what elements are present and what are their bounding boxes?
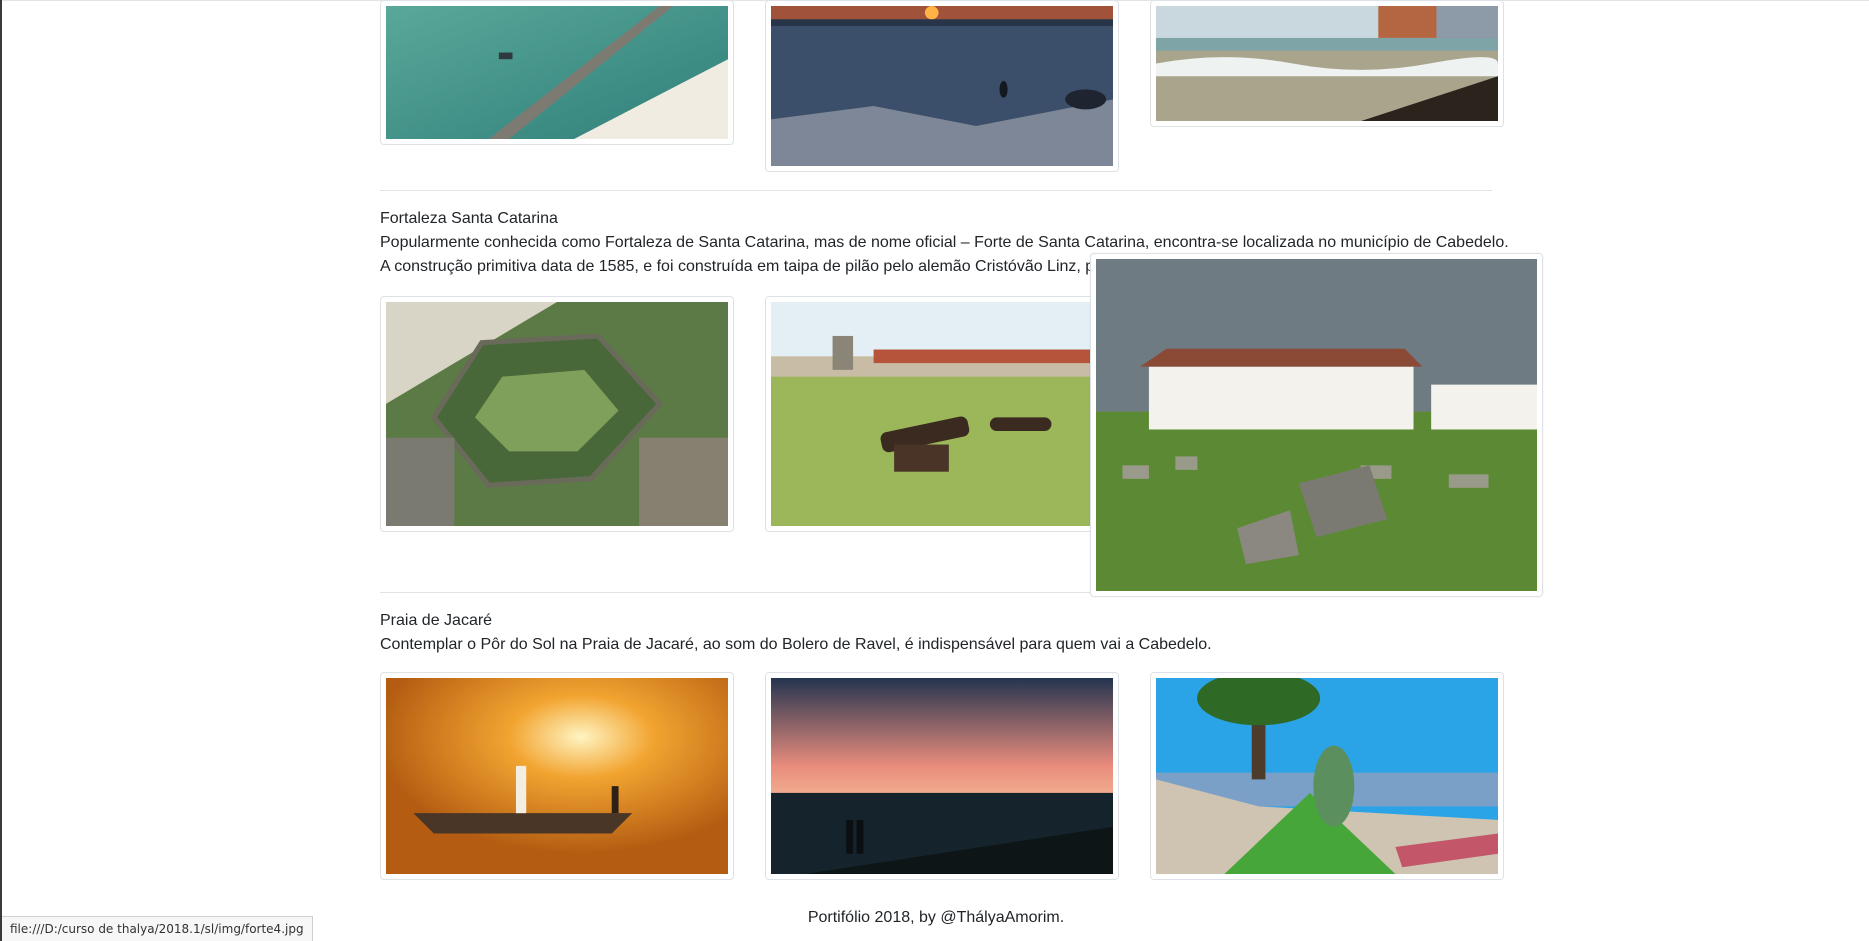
- section-text-fortaleza-line1: Popularmente conhecida como Fortaleza de…: [380, 234, 1509, 251]
- pier-couple-photo: [771, 678, 1113, 874]
- section-text-fortaleza-line2: A construção primitiva data de 1585, e f…: [380, 258, 1095, 275]
- breakwater-photo: [386, 6, 728, 139]
- alligator-statue-photo: [1156, 678, 1498, 874]
- gallery-thumb-sunset-sea[interactable]: [765, 0, 1119, 172]
- gallery-thumb-pier-couple[interactable]: [765, 672, 1119, 880]
- sax-boat-photo: [386, 678, 728, 874]
- section-title-fortaleza: Fortaleza Santa Catarina: [380, 210, 558, 227]
- gallery-thumb-cannons[interactable]: [765, 296, 1119, 532]
- gallery-thumb-sax-boat[interactable]: [380, 672, 734, 880]
- section-text-jacare: Contemplar o Pôr do Sol na Praia de Jaca…: [380, 636, 1212, 653]
- section-separator: [380, 190, 1492, 191]
- page-footer: Portifólio 2018, by @ThályaAmorim.: [807, 909, 1065, 926]
- gallery-thumb-fort-aerial[interactable]: [380, 296, 734, 532]
- gallery-thumb-fort-house-zoomed[interactable]: [1090, 253, 1543, 597]
- beach-buildings-photo: [1156, 6, 1498, 121]
- gallery-thumb-beach-buildings[interactable]: [1150, 0, 1504, 127]
- fort-aerial-photo: [386, 302, 728, 526]
- window-left-edge: [0, 0, 2, 941]
- section-title-jacare: Praia de Jacaré: [380, 612, 493, 629]
- fort-house-photo: [1096, 259, 1537, 591]
- sunset-sea-photo: [771, 6, 1113, 166]
- browser-status-url: file:///D:/curso de thalya/2018.1/sl/img…: [2, 916, 313, 941]
- cannons-photo: [771, 302, 1113, 526]
- gallery-thumb-alligator-statue[interactable]: [1150, 672, 1504, 880]
- gallery-thumb-breakwater[interactable]: [380, 0, 734, 145]
